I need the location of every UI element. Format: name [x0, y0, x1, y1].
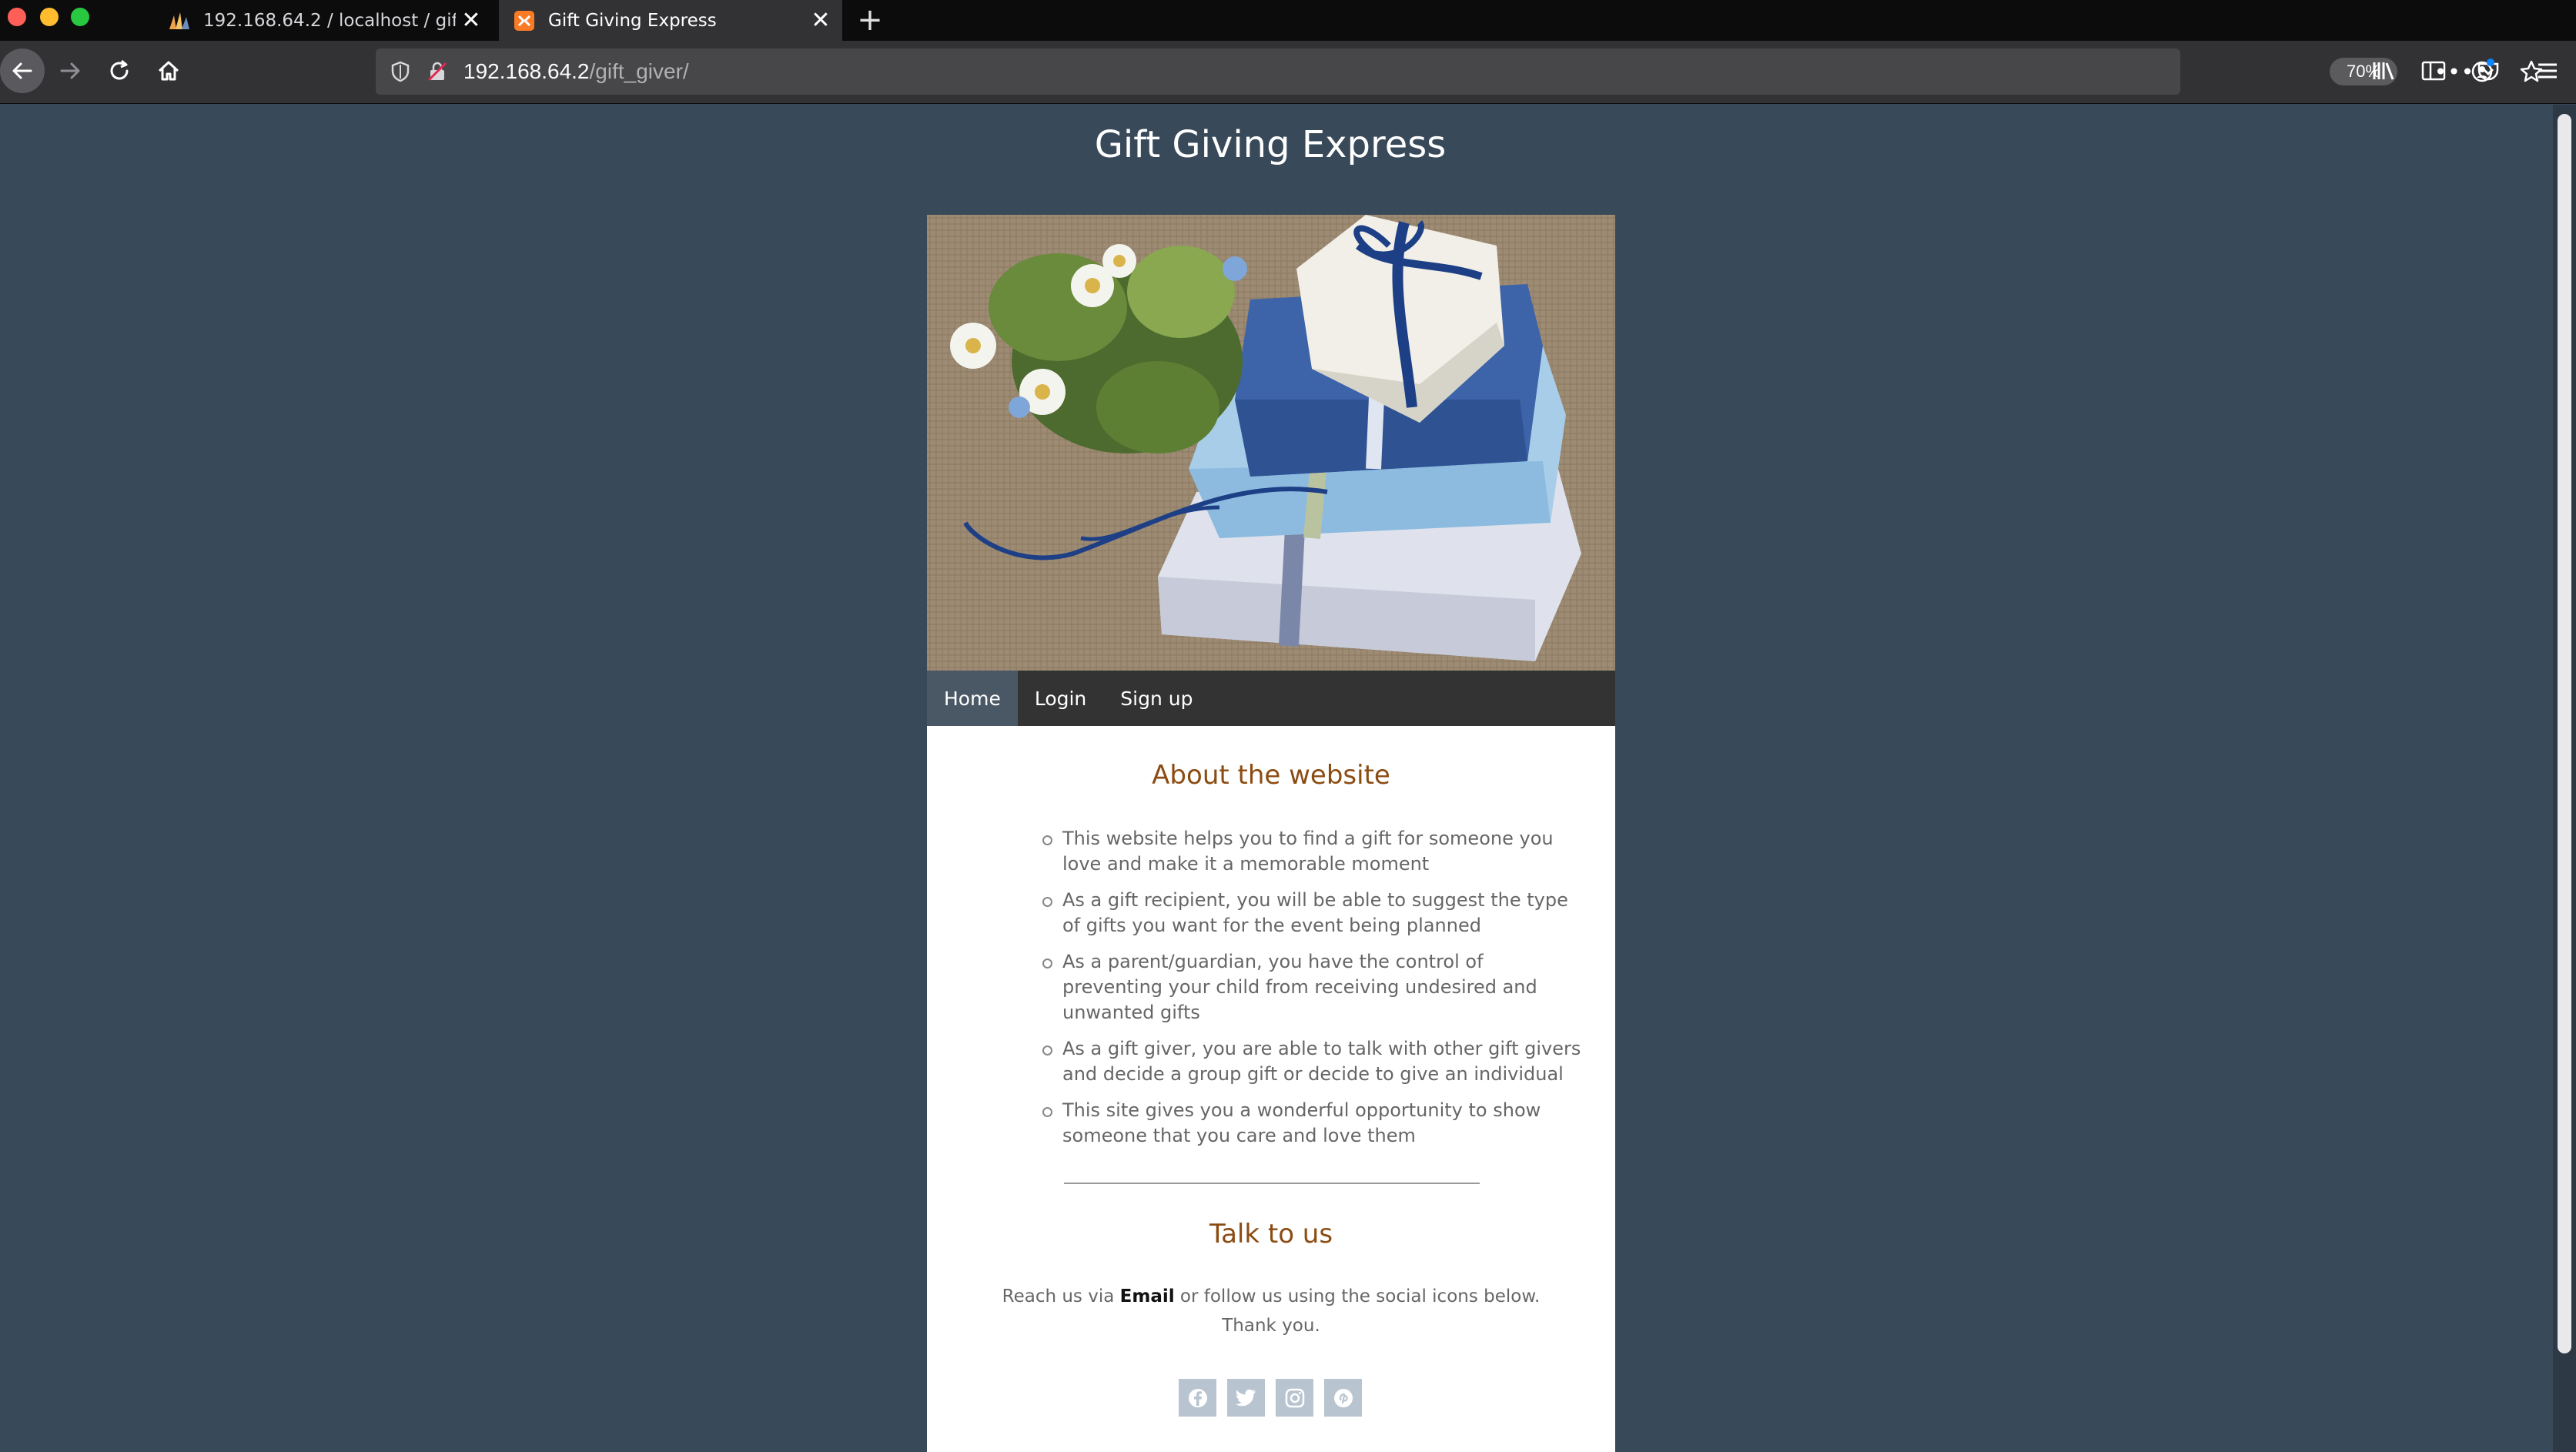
tab-bar: 192.168.64.2 / localhost / gift / ✕ Gift…	[0, 0, 2576, 41]
hero-image	[927, 215, 1615, 671]
close-tab-icon[interactable]: ✕	[456, 5, 487, 36]
account-icon	[2471, 59, 2494, 82]
close-window-button[interactable]	[8, 8, 26, 26]
home-icon	[158, 61, 179, 81]
list-item: As a gift giver, you are able to talk wi…	[1042, 1036, 1581, 1087]
nav-signup-link[interactable]: Sign up	[1103, 671, 1209, 726]
reload-button[interactable]	[97, 49, 142, 93]
tab-gift-giving-express[interactable]: Gift Giving Express ✕	[499, 0, 842, 41]
contact-text-after: or follow us using the social icons belo…	[1174, 1286, 1541, 1306]
page-scrollbar[interactable]	[2553, 105, 2576, 1452]
scrollbar-thumb[interactable]	[2558, 114, 2571, 1353]
zoom-window-button[interactable]	[71, 8, 89, 26]
close-tab-icon[interactable]: ✕	[805, 5, 836, 36]
twitter-icon[interactable]	[1227, 1379, 1265, 1417]
sidebar-icon	[2421, 61, 2446, 81]
tab-title: Gift Giving Express	[548, 10, 717, 31]
main-content: About the website This website helps you…	[927, 726, 1615, 1452]
contact-text-before: Reach us via	[1002, 1286, 1120, 1306]
arrow-left-icon	[12, 62, 32, 79]
minimize-window-button[interactable]	[40, 8, 59, 26]
about-heading: About the website	[1152, 760, 1390, 791]
address-bar[interactable]: 192.168.64.2/gift_giver/ 70% •••	[376, 49, 2543, 95]
tab-title: 192.168.64.2 / localhost / gift /	[203, 10, 456, 31]
about-list: This website helps you to find a gift fo…	[1042, 826, 1581, 1159]
email-link[interactable]: Email	[1120, 1286, 1175, 1306]
contact-heading: Talk to us	[1209, 1219, 1333, 1250]
arrow-right-icon	[60, 62, 80, 79]
site-title: Gift Giving Express	[1094, 123, 1447, 166]
list-item: This website helps you to find a gift fo…	[1042, 826, 1581, 877]
xampp-icon	[513, 9, 536, 32]
pinterest-icon[interactable]	[1324, 1379, 1362, 1417]
home-button[interactable]	[146, 49, 191, 93]
list-item: This site gives you a wonderful opportun…	[1042, 1098, 1581, 1149]
contact-text: Reach us via Email or follow us using th…	[927, 1282, 1615, 1340]
facebook-icon[interactable]	[1179, 1379, 1216, 1417]
reload-icon	[110, 59, 129, 80]
forward-button[interactable]	[48, 49, 92, 93]
section-divider	[1064, 1183, 1480, 1184]
nav-home-link[interactable]: Home	[927, 671, 1018, 726]
library-button[interactable]	[2362, 49, 2407, 93]
phpmyadmin-icon	[168, 9, 191, 32]
contact-thanks: Thank you.	[1222, 1316, 1320, 1336]
list-item: As a parent/guardian, you have the contr…	[1042, 949, 1581, 1025]
site-nav: Home Login Sign up	[927, 671, 1615, 726]
hamburger-menu-icon	[2538, 63, 2557, 79]
insecure-lock-icon[interactable]	[423, 58, 451, 85]
list-item: As a gift recipient, you will be able to…	[1042, 888, 1581, 938]
tab-phpmyadmin[interactable]: 192.168.64.2 / localhost / gift / ✕	[154, 0, 493, 41]
social-links	[1179, 1379, 1362, 1417]
sidebar-button[interactable]	[2411, 49, 2456, 93]
url-host: 192.168.64.2	[463, 59, 590, 83]
new-tab-icon[interactable]: +	[855, 2, 885, 38]
instagram-icon[interactable]	[1276, 1379, 1313, 1417]
navigation-toolbar: 192.168.64.2/gift_giver/ 70% •••	[0, 41, 2576, 104]
url-text[interactable]: 192.168.64.2/gift_giver/	[463, 59, 689, 84]
account-button[interactable]	[2461, 49, 2505, 93]
shield-icon[interactable]	[386, 58, 414, 85]
nav-login-link[interactable]: Login	[1018, 671, 1103, 726]
menu-button[interactable]	[2525, 49, 2570, 93]
back-button[interactable]	[0, 49, 45, 93]
library-icon	[2373, 62, 2394, 80]
url-path: /gift_giver/	[589, 59, 689, 83]
